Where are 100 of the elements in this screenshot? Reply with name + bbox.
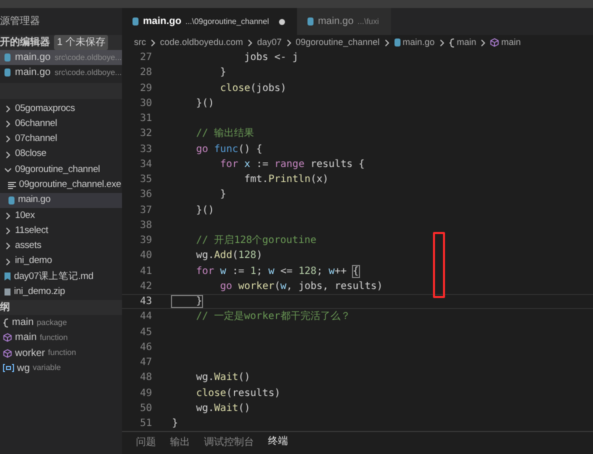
tree-item[interactable]: main.go [0, 192, 122, 208]
code-line: close(results) [195, 386, 280, 401]
line-number: 35 [138, 173, 152, 188]
outline-item[interactable]: main function [0, 330, 122, 346]
line-number: 50 [138, 402, 152, 416]
chevron-right-icon [149, 38, 157, 46]
line-number: 36 [138, 188, 152, 202]
line-number: 44 [138, 310, 152, 324]
cube-icon [3, 333, 12, 342]
chevron-right-icon [438, 38, 446, 46]
editor-tab[interactable]: main.go ...\fuxi [296, 8, 391, 35]
chevron-right-icon [284, 38, 293, 46]
cube-icon [490, 38, 500, 47]
code-line: }() [195, 96, 214, 111]
outline-item[interactable]: wg variable [0, 360, 122, 376]
code-line: go func() { [195, 142, 262, 157]
chevron-right-icon [479, 38, 488, 46]
breadcrumb[interactable]: src [134, 36, 146, 50]
chevron-down-icon [4, 166, 12, 174]
line-number: 29 [138, 82, 152, 96]
tree-item[interactable]: assets [0, 238, 122, 254]
code-line: go worker(w, jobs, results) [219, 280, 383, 294]
braces-icon [448, 38, 455, 48]
line-number: 33 [138, 142, 152, 157]
panel-tab[interactable]: 终端 [268, 434, 288, 454]
line-number: 34 [138, 158, 152, 172]
line-number: 51 [138, 417, 152, 432]
code-line: // 开启128个goroutine [195, 234, 316, 248]
tree-item[interactable]: 08close [0, 146, 122, 162]
code-line: jobs <- j [243, 51, 298, 66]
open-editor-item[interactable]: main.go src\code.oldboye... [0, 50, 122, 65]
code-line: // 一定是worker都干完活了么？ [195, 310, 350, 324]
breadcrumb[interactable]: code.oldboyedu.com [160, 36, 244, 50]
tree-item[interactable]: 10ex [0, 208, 122, 224]
tree-item[interactable]: 06channel [0, 116, 122, 132]
line-number: 39 [138, 234, 152, 248]
unsaved-dot-icon [278, 18, 285, 24]
line-number: 31 [138, 112, 152, 126]
tree-item[interactable]: ini_demo [0, 254, 122, 270]
panel-tab[interactable]: 问题 [136, 435, 156, 454]
lines-icon [8, 181, 16, 190]
code-line: fmt.Println(x) [243, 173, 329, 188]
code-line: } [172, 294, 202, 310]
sidebar-title: 源管理器 [0, 15, 40, 29]
line-number: 30 [138, 96, 152, 111]
panel-tab[interactable]: 调试控制台 [204, 435, 254, 454]
outline-item[interactable]: worker function [0, 345, 122, 361]
bookmark-icon [4, 272, 11, 282]
tree-item[interactable]: ini_demo.zip [0, 284, 122, 300]
editor-tab[interactable]: main.go ...\09goroutine_channel [122, 8, 297, 35]
chevron-right-icon [382, 38, 391, 46]
line-number: 43 [138, 295, 152, 310]
line-number: 41 [138, 264, 152, 279]
breadcrumb[interactable]: 09goroutine_channel [296, 36, 380, 50]
line-number: 40 [138, 249, 152, 264]
open-editor-item[interactable]: main.go src\code.oldboye... [0, 65, 122, 80]
breadcrumb[interactable]: main [448, 36, 476, 50]
panel-tab[interactable]: 输出 [170, 435, 190, 454]
code-line: for w := 1; w <= 128; w++ { [195, 264, 359, 279]
line-number: 42 [138, 280, 152, 294]
code-line: } [219, 66, 226, 80]
outline-item[interactable]: main package [0, 314, 122, 330]
line-number: 38 [138, 218, 152, 233]
line-number: 46 [138, 340, 152, 355]
line-number: 48 [138, 371, 152, 386]
line-number: 45 [138, 326, 152, 340]
tree-item[interactable]: 09goroutine_channel [0, 162, 122, 178]
cube-icon [3, 348, 12, 358]
line-number: 32 [138, 127, 152, 142]
line-number: 47 [138, 356, 152, 370]
line-number: 28 [138, 66, 152, 80]
code-line: } [172, 417, 178, 432]
breadcrumb[interactable]: main [490, 36, 521, 50]
code-line: close(jobs) [219, 82, 286, 96]
code-line: for x := range results { [219, 158, 365, 172]
code-line: wg.Wait() [195, 371, 250, 386]
archive-icon [4, 288, 11, 296]
chevron-right-icon [246, 38, 254, 46]
tree-item[interactable]: day07课上笔记.md [0, 269, 122, 285]
line-number: 49 [138, 386, 152, 401]
variable-icon [3, 364, 14, 372]
highlight-rectangle [433, 232, 445, 298]
tree-item[interactable]: 11select [0, 223, 122, 239]
code-line: wg.Add(128) [195, 249, 262, 264]
code-line: wg.Wait() [195, 402, 250, 416]
tree-item[interactable]: 07channel [0, 132, 122, 147]
tree-item[interactable]: 05gomaxprocs [0, 101, 122, 116]
line-number: 37 [138, 204, 152, 218]
section-header[interactable]: 开的编辑器 1 个未保存 [0, 35, 122, 50]
breadcrumb[interactable]: main.go [394, 36, 435, 50]
section-title: 纲 [0, 300, 10, 315]
tree-item[interactable]: 09goroutine_channel.exe [0, 177, 122, 193]
code-line: // 输出结果 [195, 126, 254, 142]
section-header[interactable]: 纲 [0, 300, 122, 315]
code-line: } [219, 188, 226, 202]
breadcrumb[interactable]: day07 [257, 36, 282, 50]
unsaved-badge: 1 个未保存 [54, 35, 108, 50]
line-number: 27 [138, 51, 152, 66]
section-title: 开的编辑器 [0, 36, 50, 50]
code-line: }() [195, 204, 214, 218]
